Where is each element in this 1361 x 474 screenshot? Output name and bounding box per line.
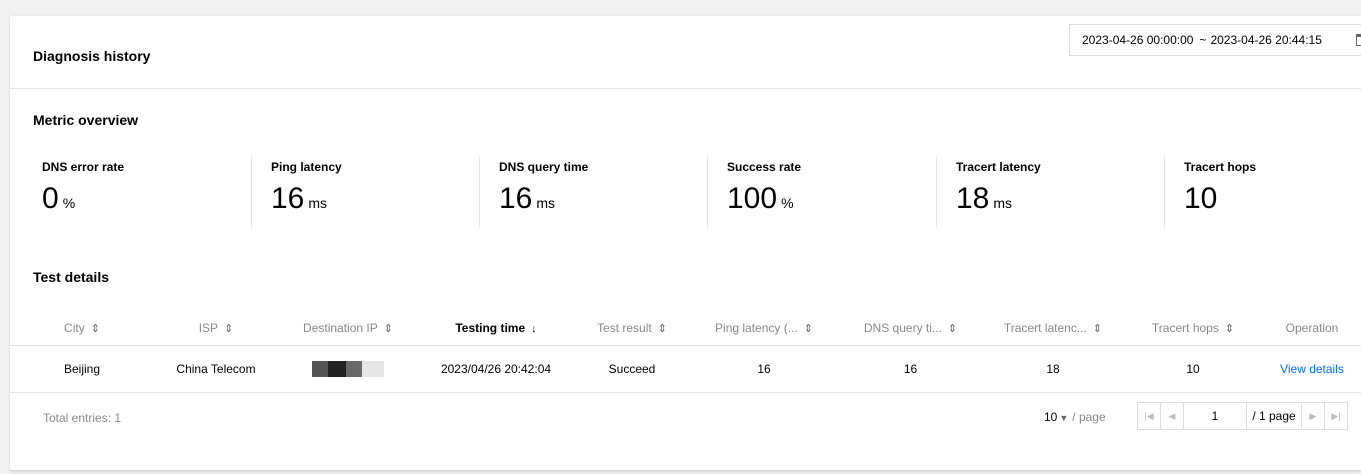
sort-icon[interactable]: ⇕ [948,323,957,335]
metric-dns-query-time: DNS query time 16 ms [499,157,588,227]
table-header-row: City ⇕ ISP ⇕ Destination IP ⇕ Testing time ↓… [10,311,1361,346]
metric-label: DNS query time [499,160,589,174]
test-details-table: City ⇕ ISP ⇕ Destination IP ⇕ Testing time ↓… [10,311,1361,393]
metric-label: Tracert latency [956,160,1041,174]
last-page-icon[interactable]: ▶| [1324,402,1348,430]
cell-testing-time: 2023/04/26 20:42:04 [418,345,574,393]
sort-icon[interactable]: ⇕ [804,323,813,335]
page-title: Diagnosis history [33,48,151,64]
metric-ping-latency: Ping latency 16 ms [271,157,342,227]
sort-icon[interactable]: ⇕ [1093,323,1102,335]
pagination: |◀ ◀ 1 / 1 page ▶ ▶| [1137,402,1348,430]
diagnosis-history-panel: Diagnosis history 2023-04-26 00:00:00 ~ … [10,16,1361,471]
metric-value: 16 [271,182,305,215]
cell-tracert-latency: 18 [983,345,1123,393]
metric-value: 100 [727,182,778,215]
metric-label: Success rate [727,160,802,174]
metric-value: 16 [499,182,533,215]
metric-overview: DNS error rate 0% Ping latency 16 ms DNS … [10,157,1361,227]
sort-desc-icon[interactable]: ↓ [531,323,537,335]
next-page-icon[interactable]: ▶ [1301,402,1325,430]
cell-isp: China Telecom [154,345,278,393]
metric-label: Ping latency [271,160,342,174]
caret-down-icon: ▼ [1059,413,1069,423]
metric-divider [479,157,480,227]
date-separator: ~ [1199,33,1207,47]
column-header-testing-time[interactable]: Testing time ↓ [418,311,574,346]
metric-unit: % [781,195,794,211]
cell-dns-query-time: 16 [838,345,983,393]
table-footer: Total entries: 1 10 ▼ / page |◀ ◀ 1 / 1 pa… [10,397,1361,437]
date-range-picker[interactable]: 2023-04-26 00:00:00 ~ 2023-04-26 20:44:1… [1069,24,1361,56]
total-pages-label: / 1 page [1246,402,1302,430]
date-start: 2023-04-26 00:00:00 [1082,33,1194,47]
sort-icon[interactable]: ⇕ [224,323,233,335]
sort-icon[interactable]: ⇕ [384,323,393,335]
metric-label: Tracert hops [1184,160,1257,174]
column-header-operation: Operation [1263,311,1361,346]
page-number-input[interactable]: 1 [1183,402,1247,430]
column-header-tracert-latency[interactable]: Tracert latenc... ⇕ [983,311,1123,346]
prev-page-icon[interactable]: ◀ [1160,402,1184,430]
sort-icon[interactable]: ⇕ [91,323,100,335]
column-header-ping-latency[interactable]: Ping latency (... ⇕ [690,311,838,346]
cell-destination-ip [278,345,418,393]
page-size-select[interactable]: 10 ▼ / page [1044,410,1106,424]
view-details-link[interactable]: View details [1263,345,1361,393]
column-header-test-result[interactable]: Test result ⇕ [574,311,690,346]
column-header-isp[interactable]: ISP ⇕ [154,311,278,346]
metric-success-rate: Success rate 100% [727,157,801,227]
metric-divider [707,157,708,227]
cell-test-result: Succeed [574,345,690,393]
metric-tracert-hops: Tracert hops 10 [1184,157,1256,227]
metric-divider [1164,157,1165,227]
column-header-city[interactable]: City ⇕ [10,311,154,346]
metric-value: 0 [42,182,59,215]
column-header-tracert-hops[interactable]: Tracert hops ⇕ [1123,311,1263,346]
page-size-value: 10 [1044,410,1058,424]
date-end: 2023-04-26 20:44:15 [1210,33,1322,47]
sort-icon[interactable]: ⇕ [1225,323,1234,335]
cell-ping-latency: 16 [690,345,838,393]
table-row: Beijing China Telecom 2023/04/26 20:42:0… [10,345,1361,393]
test-details-title: Test details [33,269,109,285]
metric-label: DNS error rate [42,160,125,174]
column-header-dns-query-time[interactable]: DNS query ti... ⇕ [838,311,983,346]
panel-header: Diagnosis history 2023-04-26 00:00:00 ~ … [10,16,1361,89]
metric-unit: ms [308,195,328,211]
metric-tracert-latency: Tracert latency 18 ms [956,157,1041,227]
calendar-icon[interactable] [1356,34,1361,46]
metric-unit: ms [993,195,1013,211]
total-entries: Total entries: 1 [43,411,122,425]
metric-unit: ms [536,195,556,211]
cell-city: Beijing [10,345,154,393]
metric-dns-error-rate: DNS error rate 0% [42,157,124,227]
redacted-ip-mask [312,361,384,377]
metric-divider [936,157,937,227]
metric-value: 18 [956,182,990,215]
metric-overview-title: Metric overview [33,112,139,128]
cell-tracert-hops: 10 [1123,345,1263,393]
first-page-icon[interactable]: |◀ [1137,402,1161,430]
per-page-label: / page [1072,410,1106,424]
metric-divider [251,157,252,227]
sort-icon[interactable]: ⇕ [658,323,667,335]
column-header-destination-ip[interactable]: Destination IP ⇕ [278,311,418,346]
metric-value: 10 [1184,182,1218,215]
metric-unit: % [62,195,76,211]
